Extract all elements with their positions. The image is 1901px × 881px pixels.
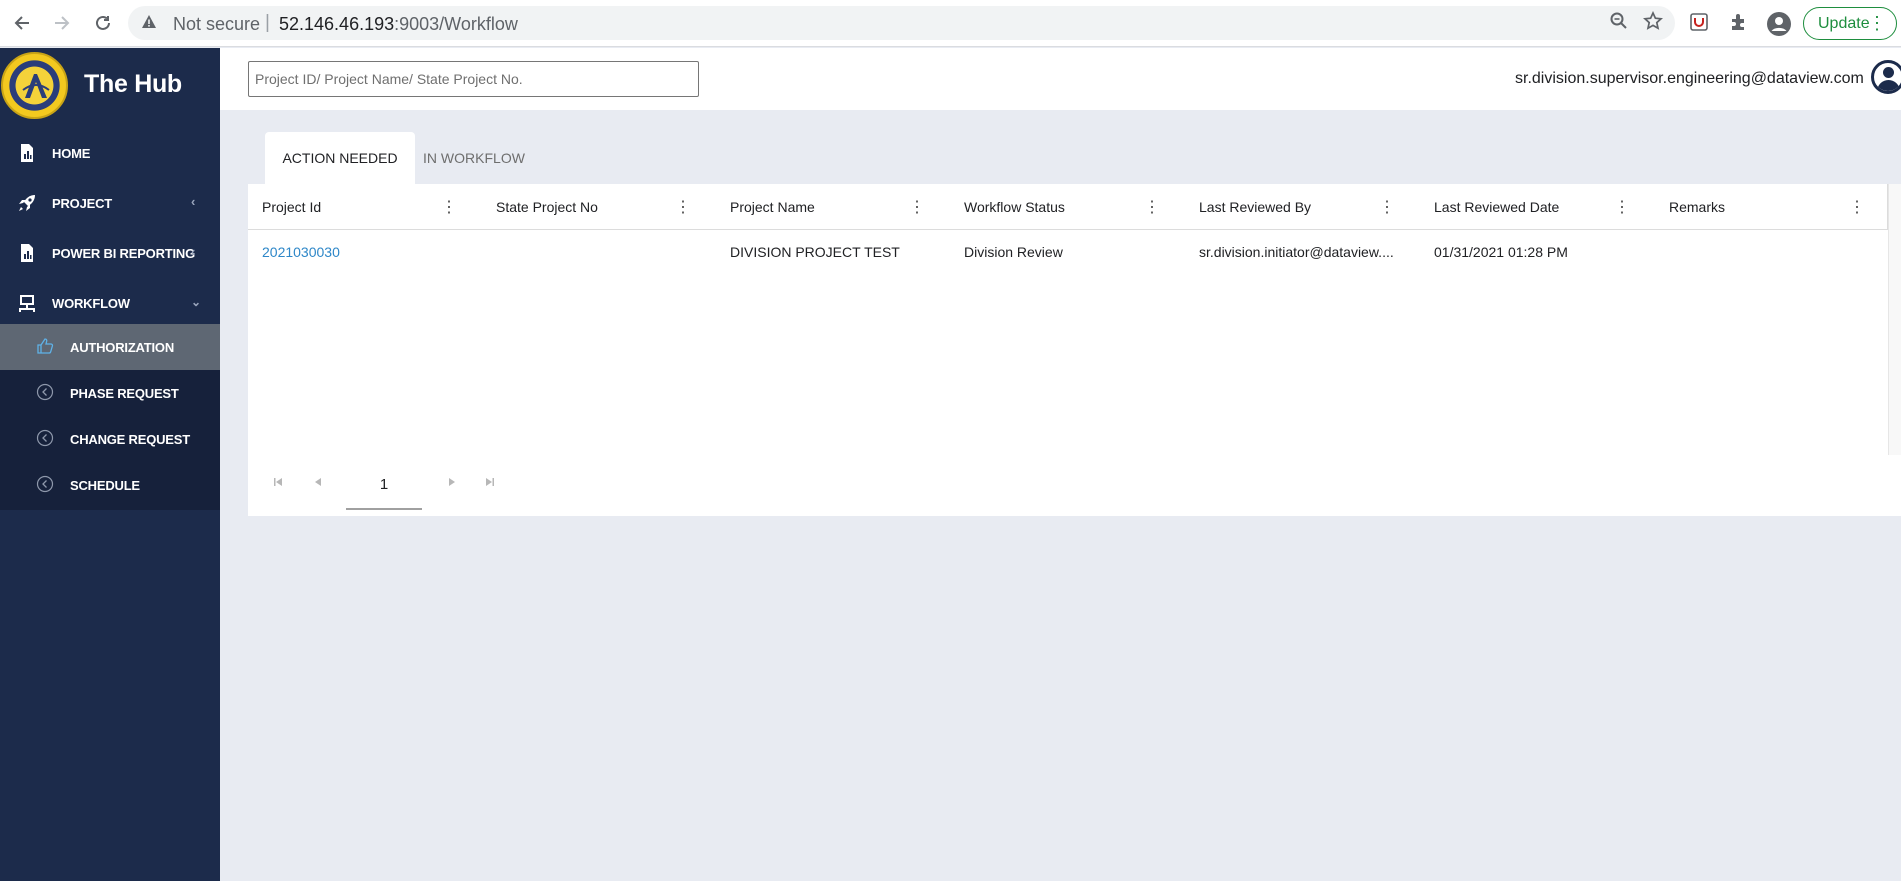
submenu-item-phase-request[interactable]: PHASE REQUEST: [0, 370, 220, 416]
sidebar-item-label: HOME: [52, 146, 91, 161]
back-arrow-icon[interactable]: [9, 10, 35, 36]
puzzle-icon[interactable]: [1728, 11, 1752, 35]
column-header-label: State Project No: [496, 199, 598, 215]
column-header-state-project-no[interactable]: State Project No ⋮: [482, 184, 716, 230]
sidebar-item-project[interactable]: PROJECT ‹: [0, 178, 220, 228]
update-label: Update: [1818, 14, 1870, 32]
chevron-left-icon: ‹: [191, 244, 196, 259]
submenu-item-change-request[interactable]: CHANGE REQUEST: [0, 416, 220, 462]
page-number[interactable]: 1: [346, 460, 422, 510]
project-name-cell: DIVISION PROJECT TEST: [730, 244, 900, 260]
column-header-remarks[interactable]: Remarks ⋮: [1655, 184, 1888, 230]
app-header: sr.division.supervisor.engineering@datav…: [220, 48, 1901, 110]
column-menu-icon[interactable]: ⋮: [675, 197, 691, 217]
column-menu-icon[interactable]: ⋮: [1144, 197, 1160, 217]
star-icon[interactable]: [1641, 10, 1665, 35]
browser-toolbar: Not secure | 52.146.46.193:9003/Workflow…: [0, 0, 1901, 47]
chart-icon: [21, 244, 33, 262]
app-title: The Hub: [84, 70, 182, 98]
column-header-last-reviewed-by[interactable]: Last Reviewed By ⋮: [1185, 184, 1420, 230]
sidebar-item-label: POWER BI REPORTING: [52, 246, 196, 261]
column-header-project-name[interactable]: Project Name ⋮: [716, 184, 950, 230]
vertical-scrollbar[interactable]: [1888, 184, 1901, 455]
forward-arrow-icon[interactable]: [49, 10, 75, 36]
logo: [1, 52, 68, 119]
tab-label: IN WORKFLOW: [423, 150, 525, 166]
column-menu-icon[interactable]: ⋮: [909, 197, 925, 217]
last-page-icon[interactable]: [482, 476, 498, 492]
sidebar: The Hub HOME PROJECT ‹ POWER BI REPORTIN…: [0, 48, 220, 881]
last-reviewed-by-cell: sr.division.initiator@dataview....: [1199, 244, 1394, 260]
sidebar-item-workflow[interactable]: WORKFLOW ⌄: [0, 278, 220, 328]
column-header-label: Project Name: [730, 199, 815, 215]
workflow-submenu: AUTHORIZATION PHASE REQUEST CHANGE REQUE…: [0, 324, 220, 510]
seal-icon: [22, 74, 50, 98]
update-button[interactable]: Update ⋮: [1803, 7, 1897, 40]
circle-arrow-left-icon: [36, 383, 54, 401]
submenu-item-label: SCHEDULE: [70, 478, 140, 493]
avatar-head: [1883, 67, 1894, 78]
submenu-item-schedule[interactable]: SCHEDULE: [0, 462, 220, 508]
chevron-down-icon: ⌄: [191, 295, 202, 309]
previous-page-icon[interactable]: [310, 476, 326, 492]
project-id-link[interactable]: 2021030030: [262, 244, 472, 260]
sidebar-item-label: WORKFLOW: [52, 296, 130, 311]
zoom-icon[interactable]: [1607, 11, 1631, 35]
warning-icon[interactable]: [141, 14, 157, 34]
circle-arrow-left-icon: [36, 475, 54, 493]
column-header-label: Workflow Status: [964, 199, 1065, 215]
column-menu-icon[interactable]: ⋮: [1849, 197, 1865, 217]
avatar-body: [1877, 80, 1900, 91]
column-header-label: Remarks: [1669, 199, 1726, 215]
pagination: 1: [248, 456, 1901, 516]
extension-icon[interactable]: [1688, 11, 1712, 35]
chevron-left-icon: ‹: [191, 194, 196, 209]
thumbs-up-icon: [37, 338, 54, 354]
next-page-icon[interactable]: [444, 476, 460, 492]
url-text[interactable]: 52.146.46.193:9003/Workflow: [279, 14, 518, 35]
grid-header: Project Id ⋮ State Project No ⋮ Project …: [248, 184, 1888, 230]
column-header-label: Project Id: [262, 199, 322, 215]
user-email[interactable]: sr.division.supervisor.engineering@datav…: [1515, 70, 1864, 88]
reload-icon[interactable]: [90, 10, 116, 36]
tab-in-workflow[interactable]: IN WORKFLOW: [415, 132, 533, 184]
submenu-item-authorization[interactable]: AUTHORIZATION: [0, 324, 220, 370]
report-icon: [21, 144, 33, 162]
tab-label: ACTION NEEDED: [282, 150, 398, 166]
kebab-menu-icon[interactable]: ⋮: [1868, 14, 1886, 32]
column-header-last-reviewed-date[interactable]: Last Reviewed Date ⋮: [1420, 184, 1655, 230]
last-reviewed-date-cell: 01/31/2021 01:28 PM: [1434, 244, 1568, 260]
workflow-grid: Project Id ⋮ State Project No ⋮ Project …: [248, 184, 1901, 516]
tab-action-needed[interactable]: ACTION NEEDED: [265, 132, 415, 184]
column-header-label: Last Reviewed Date: [1434, 199, 1560, 215]
column-header-label: Last Reviewed By: [1199, 199, 1312, 215]
submenu-item-label: CHANGE REQUEST: [70, 432, 190, 447]
column-menu-icon[interactable]: ⋮: [1379, 197, 1395, 217]
submenu-item-label: AUTHORIZATION: [70, 340, 175, 355]
table-row[interactable]: 2021030030 DIVISION PROJECT TEST Divisio…: [248, 230, 1888, 274]
column-menu-icon[interactable]: ⋮: [1614, 197, 1630, 217]
security-label[interactable]: Not secure: [173, 14, 260, 35]
url-path: :9003/Workflow: [394, 14, 518, 34]
search-input[interactable]: [248, 61, 699, 97]
sidebar-item-home[interactable]: HOME: [0, 128, 220, 178]
avatar[interactable]: [1871, 60, 1901, 94]
rocket-icon: [19, 195, 35, 211]
brand[interactable]: The Hub: [0, 48, 220, 122]
profile-icon[interactable]: [1766, 11, 1791, 36]
column-header-workflow-status[interactable]: Workflow Status ⋮: [950, 184, 1185, 230]
separator: |: [265, 12, 270, 33]
address-bar[interactable]: Not secure | 52.146.46.193:9003/Workflow: [128, 6, 1675, 40]
submenu-item-label: PHASE REQUEST: [70, 386, 179, 401]
sidebar-item-power-bi-reporting[interactable]: POWER BI REPORTING ‹: [0, 228, 220, 278]
circle-arrow-left-icon: [36, 429, 54, 447]
url-host: 52.146.46.193: [279, 14, 395, 34]
workflow-icon: [19, 295, 35, 312]
column-menu-icon[interactable]: ⋮: [441, 197, 457, 217]
column-header-project-id[interactable]: Project Id ⋮: [248, 184, 482, 230]
sidebar-item-label: PROJECT: [52, 196, 113, 211]
workflow-status-cell: Division Review: [964, 244, 1063, 260]
first-page-icon[interactable]: [270, 476, 286, 492]
